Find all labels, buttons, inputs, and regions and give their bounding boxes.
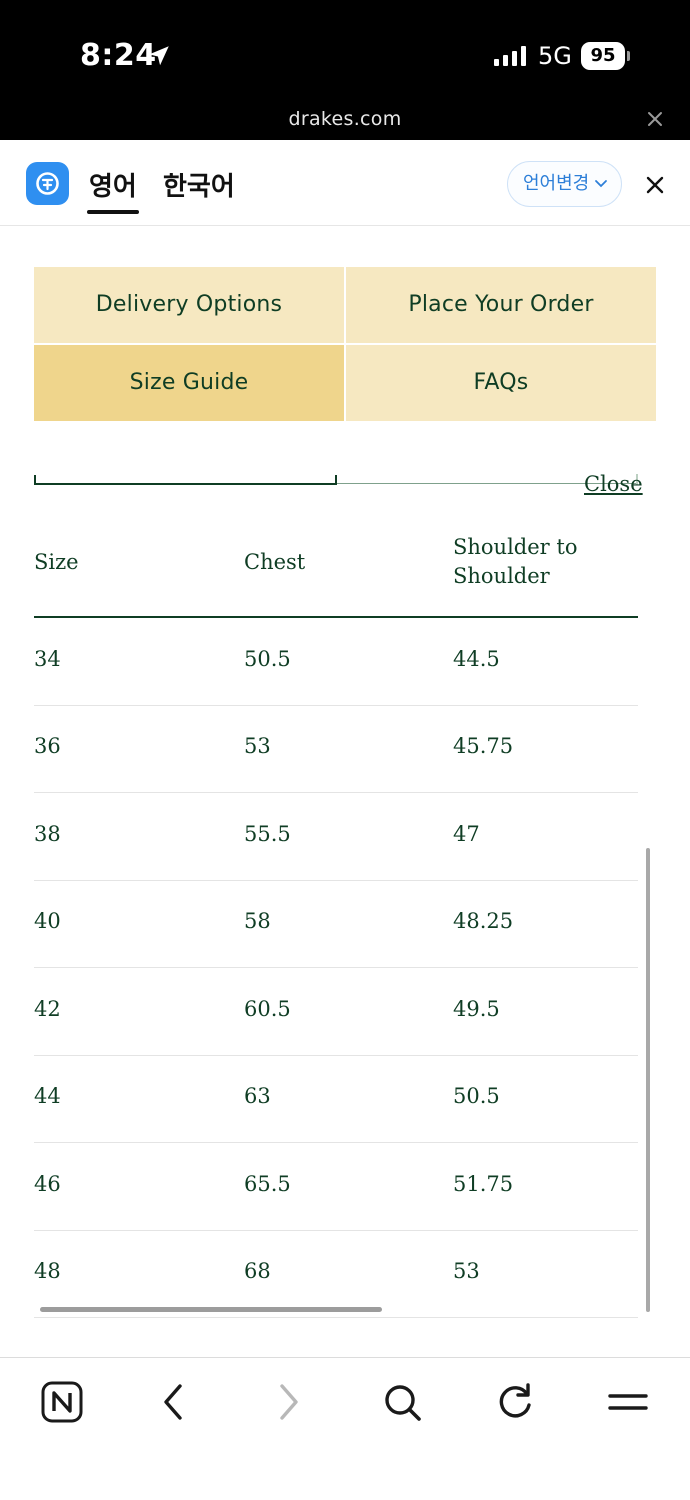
change-language-label: 언어변경 [523,173,590,194]
table-row: 34 50.5 44.5 [34,618,638,706]
cell-shoulder: 50.5 [453,1084,500,1108]
header-chest: Chest [244,550,306,574]
header-shoulder: Shoulder to Shoulder [453,535,578,588]
table-row: 38 55.5 47 [34,793,638,881]
chevron-down-icon [595,180,607,188]
header-size: Size [34,550,79,574]
cell-size: 42 [34,997,61,1021]
cell-shoulder: 51.75 [453,1172,514,1196]
tab-english[interactable]: 영어 [89,166,137,203]
horizontal-scrollbar[interactable] [40,1307,382,1312]
cell-size: 44 [34,1084,61,1108]
menu-icon[interactable] [606,1380,650,1424]
cell-shoulder: 44.5 [453,647,500,671]
cell-chest: 65.5 [244,1172,291,1196]
active-tab-indicator [87,210,139,214]
tab-korean[interactable]: 한국어 [163,166,235,203]
naver-n-icon[interactable] [40,1380,84,1424]
back-arrow-icon[interactable] [152,1380,196,1424]
cell-chest: 63 [244,1084,271,1108]
table-row: 48 68 53 [34,1230,638,1318]
table-row: 42 60.5 49.5 [34,968,638,1056]
table-row: 44 63 50.5 [34,1055,638,1143]
cell-shoulder: 49.5 [453,997,500,1021]
reload-icon[interactable] [493,1380,537,1424]
battery-tip [627,51,630,61]
cell-size: 46 [34,1172,61,1196]
nav-faqs[interactable]: FAQs [346,345,656,421]
cell-shoulder: 48.25 [453,909,514,933]
nav-place-your-order[interactable]: Place Your Order [346,267,656,343]
forward-arrow-icon[interactable] [266,1380,310,1424]
cell-chest: 50.5 [244,647,291,671]
cell-size: 40 [34,909,61,933]
cellular-signal-icon [494,46,526,66]
cell-chest: 53 [244,734,271,758]
battery-icon: 95 [581,42,625,70]
table-row: 46 65.5 51.75 [34,1143,638,1231]
cell-chest: 55.5 [244,822,291,846]
panel-tab-bracket [34,475,337,485]
translator-logo-icon [26,162,69,205]
nav-size-guide[interactable]: Size Guide [34,345,344,421]
info-navigation: Delivery Options Place Your Order Size G… [34,267,656,421]
vertical-scrollbar[interactable] [646,848,650,1312]
table-row: 36 53 45.75 [34,705,638,793]
cell-size: 36 [34,734,61,758]
cell-shoulder: 47 [453,822,480,846]
close-icon[interactable] [646,110,664,128]
close-link[interactable]: Close [584,472,643,496]
location-arrow-icon [149,46,169,66]
cell-chest: 60.5 [244,997,291,1021]
nav-delivery-options[interactable]: Delivery Options [34,267,344,343]
close-translate-icon[interactable] [645,175,665,195]
cell-shoulder: 53 [453,1259,480,1283]
search-icon[interactable] [380,1380,424,1424]
cell-chest: 68 [244,1259,271,1283]
cell-size: 48 [34,1259,61,1283]
cell-size: 38 [34,822,61,846]
table-row: 40 58 48.25 [34,880,638,968]
translate-bar: 영어 한국어 언어변경 [0,140,690,226]
network-type: 5G [538,42,572,70]
cell-size: 34 [34,647,61,671]
cell-shoulder: 45.75 [453,734,514,758]
page-url[interactable]: drakes.com [0,108,690,130]
browser-toolbar [0,1357,690,1500]
battery-level: 95 [590,45,616,66]
status-bar: 8:24 5G 95 drakes.com [0,0,690,140]
cell-chest: 58 [244,909,271,933]
